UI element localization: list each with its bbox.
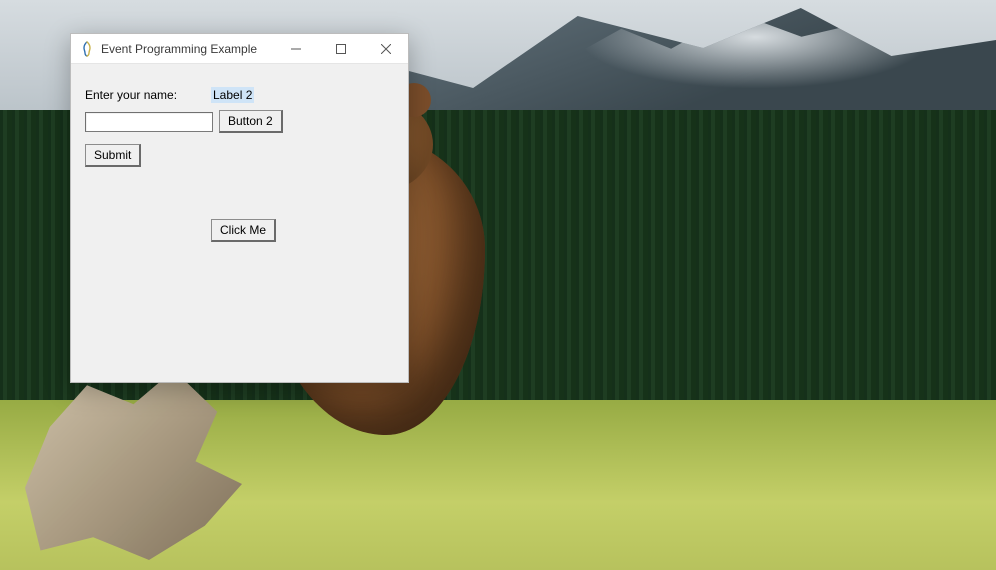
client-area: Enter your name: Label 2 Button 2 Submit… <box>71 64 408 382</box>
name-input[interactable] <box>85 112 213 132</box>
close-button[interactable] <box>363 34 408 64</box>
button-2[interactable]: Button 2 <box>219 110 283 133</box>
app-icon <box>79 41 95 57</box>
minimize-button[interactable] <box>273 34 318 64</box>
name-label: Enter your name: <box>85 88 177 102</box>
click-me-button[interactable]: Click Me <box>211 219 276 242</box>
maximize-button[interactable] <box>318 34 363 64</box>
window-title: Event Programming Example <box>101 42 257 56</box>
titlebar[interactable]: Event Programming Example <box>71 34 408 64</box>
submit-button[interactable]: Submit <box>85 144 141 167</box>
label-2: Label 2 <box>211 87 254 103</box>
app-window: Event Programming Example Enter your nam… <box>70 33 409 383</box>
